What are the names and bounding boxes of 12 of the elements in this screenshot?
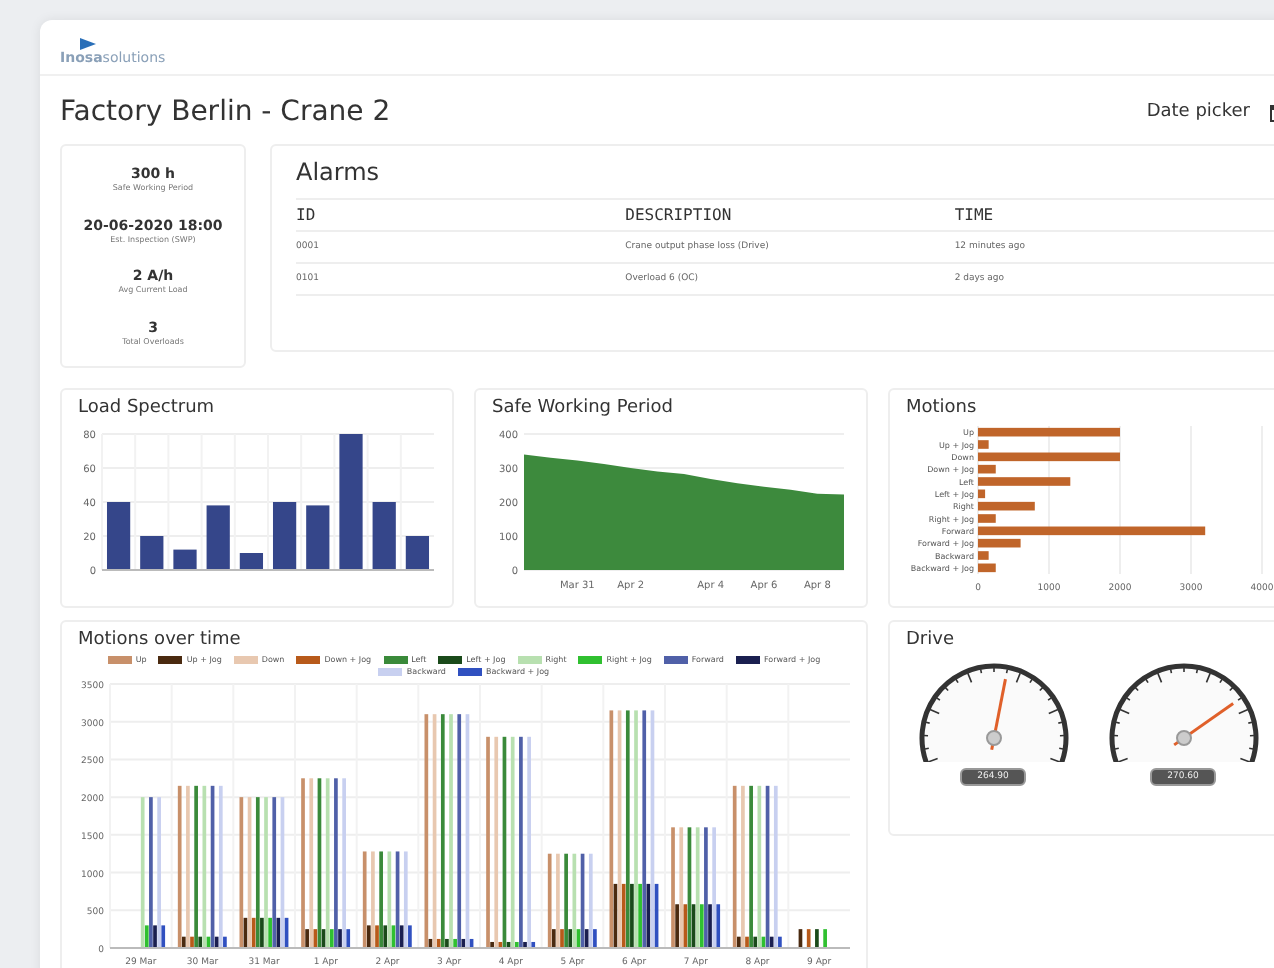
flag-icon — [80, 38, 96, 50]
panel-title: Motions — [904, 396, 979, 422]
panel-title: Motions over time — [76, 628, 243, 654]
panel-title: Load Spectrum — [76, 396, 217, 422]
date-picker[interactable]: Date picker — [1138, 98, 1258, 126]
column-header: DESCRIPTION — [625, 199, 955, 231]
column-header: TIME — [954, 199, 1274, 231]
panel-title: Safe Working Period — [490, 396, 675, 422]
page-title: Factory Berlin - Crane 2 — [60, 96, 391, 128]
panel-title: Alarms — [296, 158, 382, 186]
column-header: ID — [296, 199, 626, 231]
panel-title: Drive — [904, 628, 956, 654]
